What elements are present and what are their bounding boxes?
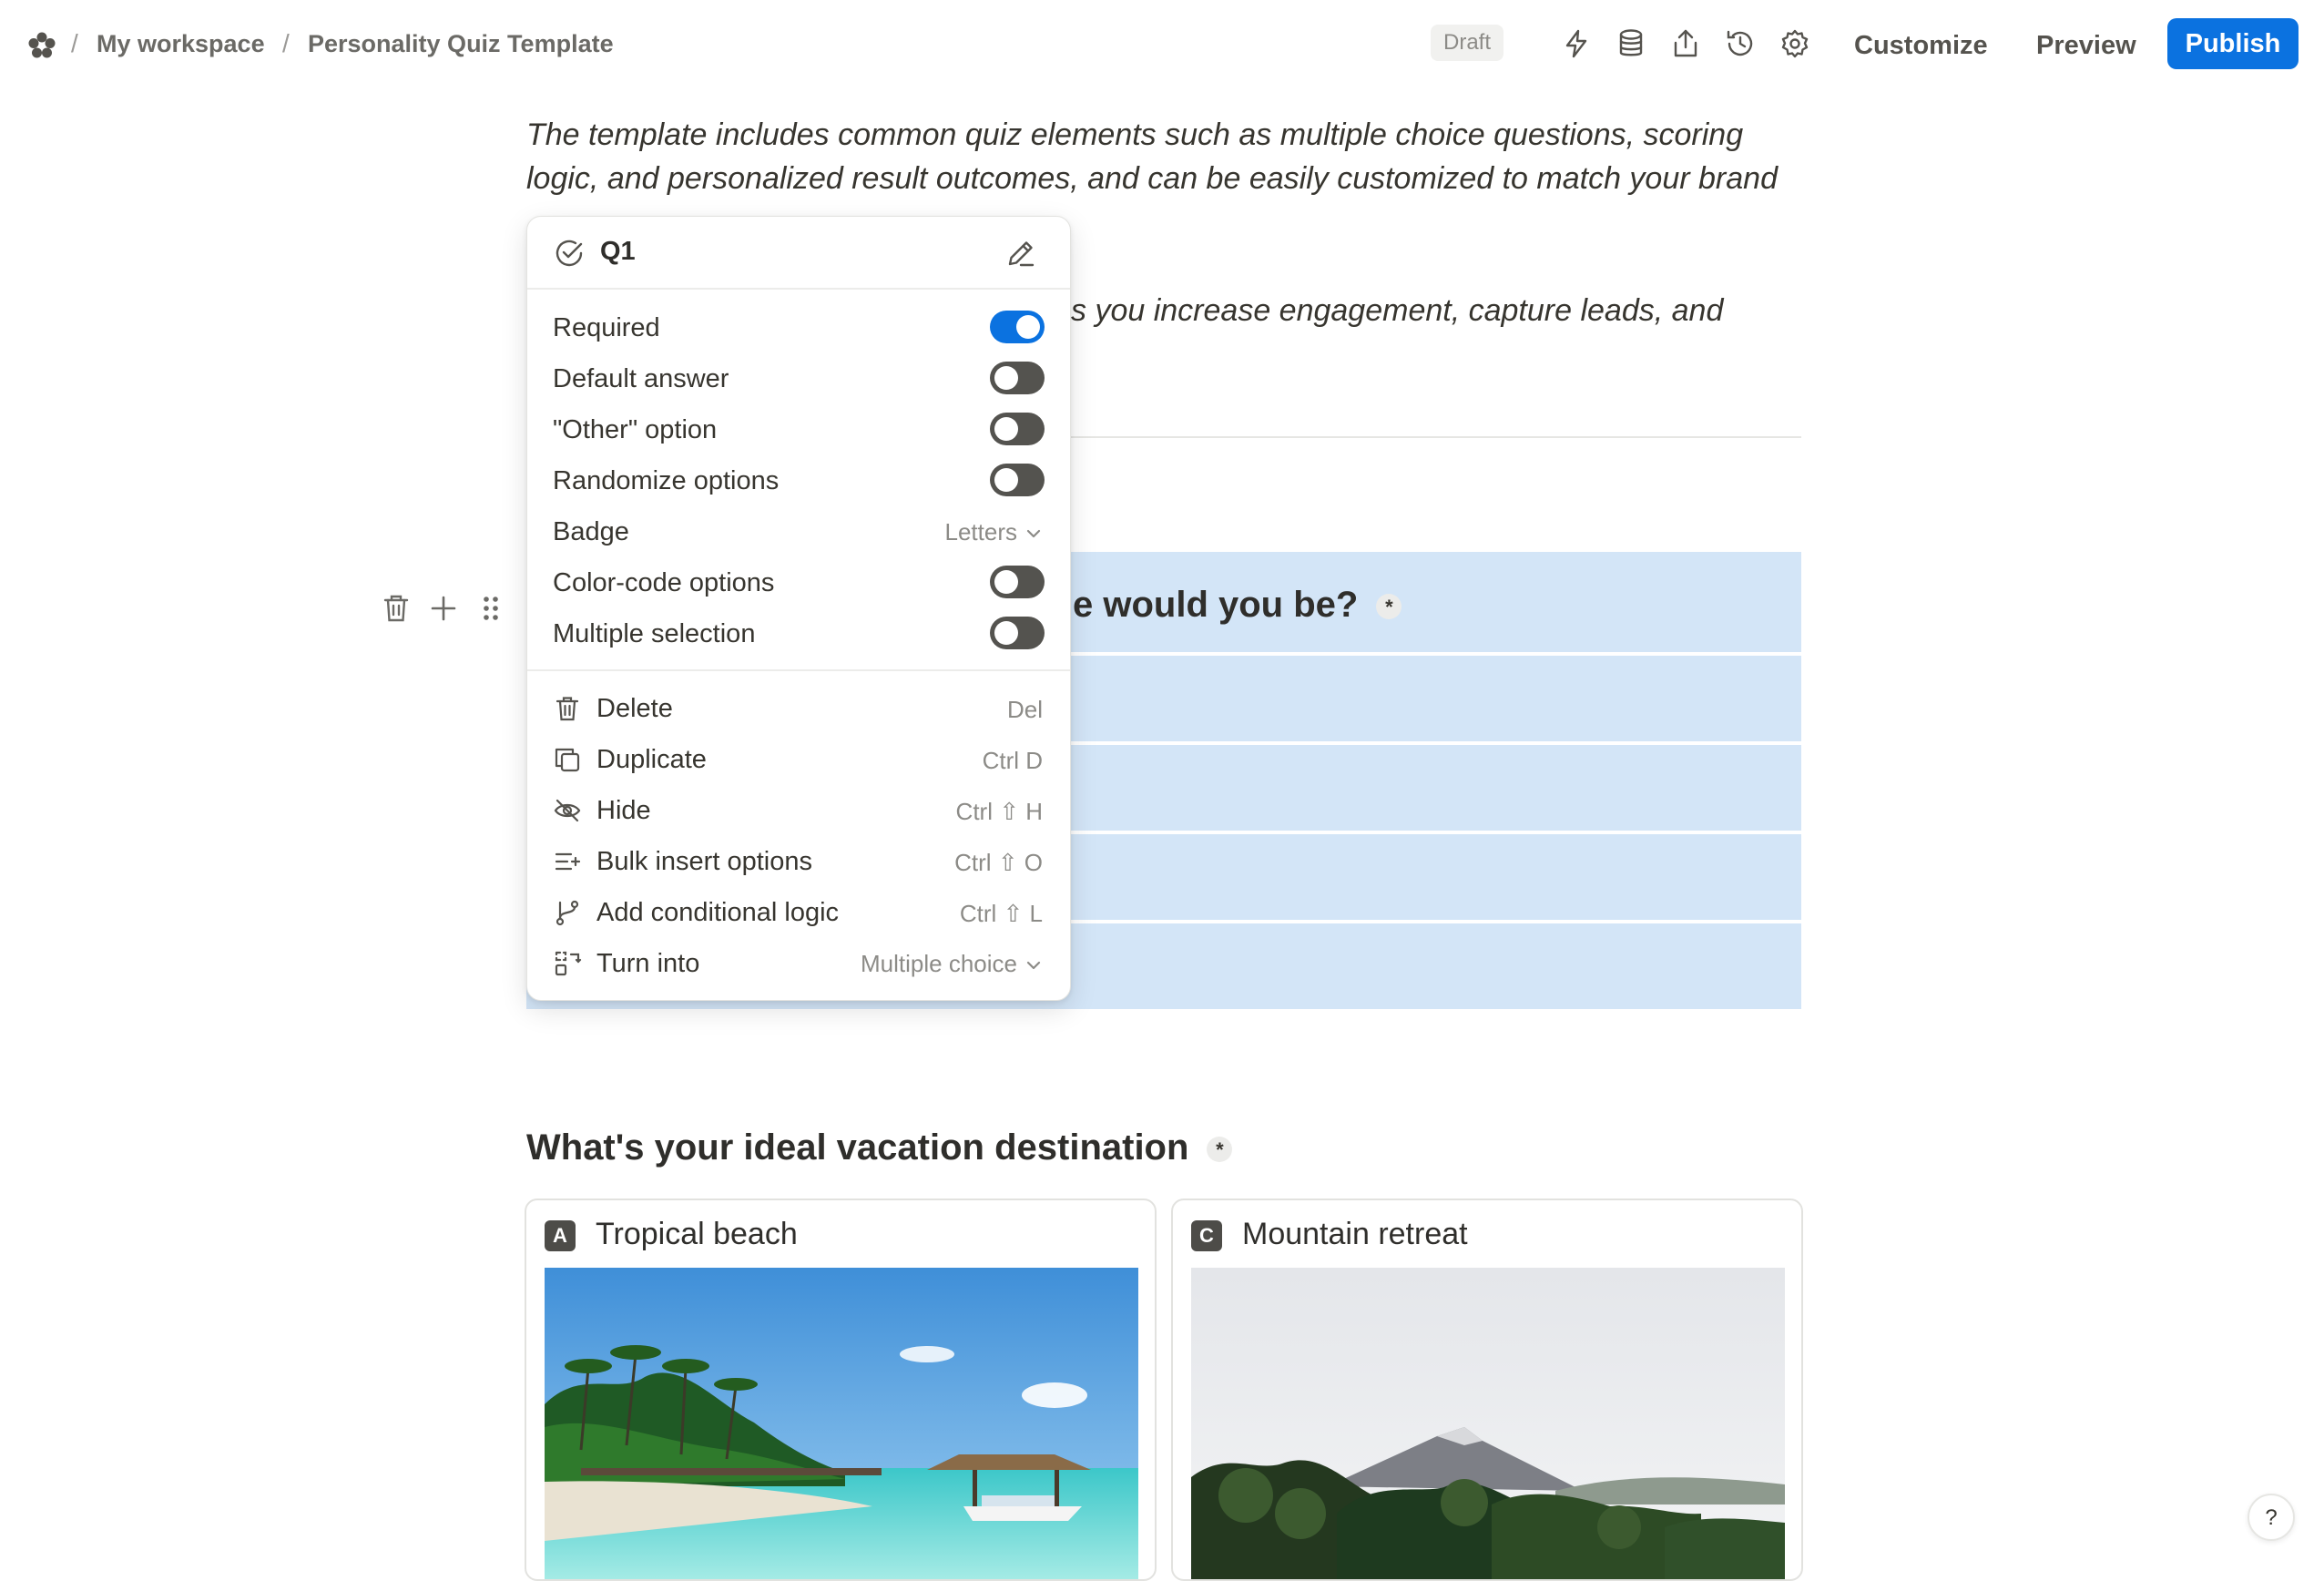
menu-divider <box>527 669 1070 671</box>
setting-label: Color-code options <box>553 568 775 597</box>
badge-select-value: Letters <box>944 518 1018 546</box>
drag-handle-icon[interactable] <box>474 592 507 625</box>
branch-icon <box>556 900 579 926</box>
randomize-options-toggle[interactable] <box>990 464 1045 496</box>
database-icon[interactable] <box>1615 27 1647 60</box>
setting-label: Default answer <box>553 364 729 393</box>
default-answer-toggle[interactable] <box>990 362 1045 394</box>
setting-randomize-options[interactable]: Randomize options <box>527 455 1070 506</box>
menu-item-turn-into[interactable]: Turn into Multiple choice <box>527 938 1070 989</box>
eye-off-icon <box>554 799 581 822</box>
setting-label: "Other" option <box>553 415 718 444</box>
pencil-icon[interactable] <box>1003 235 1039 271</box>
image-choice-card[interactable]: C Mountain retreat <box>1171 1198 1803 1581</box>
required-marker: * <box>1376 594 1402 620</box>
question-title[interactable]: e would you be? * <box>1073 585 1402 626</box>
breadcrumb-page-title[interactable]: Personality Quiz Template <box>308 30 614 58</box>
customize-button[interactable]: Customize <box>1854 27 1988 64</box>
shortcut-hint: Del <box>1006 696 1043 723</box>
setting-badge[interactable]: Badge Letters <box>527 506 1070 557</box>
question-title[interactable]: What's your ideal vacation destination * <box>526 1127 1233 1168</box>
turn-into-select[interactable]: Multiple choice <box>861 950 1043 978</box>
menu-item-label: Add conditional logic <box>596 898 840 927</box>
shortcut-hint: Ctrl D <box>982 747 1043 774</box>
option-label: Mountain retreat <box>1242 1217 1468 1251</box>
setting-label: Required <box>553 313 660 342</box>
setting-label: Multiple selection <box>553 619 756 648</box>
trash-icon[interactable] <box>380 592 413 625</box>
gear-icon[interactable] <box>1779 27 1811 60</box>
help-button[interactable]: ? <box>2248 1494 2295 1541</box>
duplicate-icon <box>555 748 580 772</box>
option-badge: A <box>545 1220 576 1251</box>
setting-label: Randomize options <box>553 466 780 495</box>
menu-header: Q1 <box>527 217 1070 290</box>
badge-select[interactable]: Letters <box>945 518 1044 546</box>
shortcut-hint: Ctrl ⇧ L <box>959 900 1043 927</box>
transform-icon <box>555 951 582 976</box>
breadcrumb-separator: / <box>71 29 78 57</box>
publish-button[interactable]: Publish <box>2167 18 2299 69</box>
question-title-text: e would you be? <box>1073 585 1359 625</box>
mountain-retreat-image <box>1191 1268 1785 1579</box>
setting-label: Badge <box>553 517 629 546</box>
menu-item-label: Delete <box>596 694 673 723</box>
shortcut-hint: Ctrl ⇧ H <box>955 798 1043 825</box>
menu-item-label: Duplicate <box>596 745 707 774</box>
lightning-icon[interactable] <box>1560 27 1593 60</box>
menu-item-hide[interactable]: Hide Ctrl ⇧ H <box>527 785 1070 836</box>
other-option-toggle[interactable] <box>990 413 1045 445</box>
color-code-options-toggle[interactable] <box>990 566 1045 598</box>
setting-required[interactable]: Required <box>527 302 1070 353</box>
chevron-down-icon <box>1026 530 1041 538</box>
menu-item-duplicate[interactable]: Duplicate Ctrl D <box>527 734 1070 785</box>
question-name: Q1 <box>600 237 636 266</box>
share-icon[interactable] <box>1669 27 1702 60</box>
turn-into-value: Multiple choice <box>861 950 1017 977</box>
option-label: Tropical beach <box>596 1217 798 1251</box>
status-badge: Draft <box>1431 25 1504 61</box>
intro-paragraph-line: s you increase engagement, capture leads… <box>1071 293 1724 328</box>
shortcut-hint: Ctrl ⇧ O <box>954 849 1043 876</box>
setting-color-code-options[interactable]: Color-code options <box>527 557 1070 608</box>
preview-button[interactable]: Preview <box>2036 27 2136 64</box>
image-choice-card[interactable]: A Tropical beach <box>525 1198 1157 1581</box>
required-toggle[interactable] <box>990 311 1045 343</box>
trash-icon <box>556 697 579 721</box>
chevron-down-icon <box>1026 962 1041 970</box>
menu-item-label: Turn into <box>596 949 700 978</box>
multiple-selection-toggle[interactable] <box>990 617 1045 649</box>
add-block-icon[interactable] <box>427 592 460 625</box>
workspace-logo-icon[interactable] <box>27 31 56 60</box>
menu-item-label: Hide <box>596 796 651 825</box>
menu-item-label: Bulk insert options <box>596 847 812 876</box>
menu-item-bulk-insert-options[interactable]: Bulk insert options Ctrl ⇧ O <box>527 836 1070 887</box>
breadcrumb-separator: / <box>282 29 290 57</box>
intro-paragraph-line: The template includes common quiz elemen… <box>526 117 1744 152</box>
setting-default-answer[interactable]: Default answer <box>527 353 1070 404</box>
required-marker: * <box>1207 1137 1233 1163</box>
top-bar: / My workspace / Personality Quiz Templa… <box>0 0 2324 89</box>
list-plus-icon <box>555 852 581 871</box>
question-title-text: What's your ideal vacation destination <box>526 1127 1189 1168</box>
question-settings-menu: Q1 Required Default answer "Other" optio… <box>526 216 1071 1001</box>
question-type-check-icon <box>556 240 583 267</box>
setting-multiple-selection[interactable]: Multiple selection <box>527 608 1070 659</box>
history-icon[interactable] <box>1724 27 1757 60</box>
menu-item-delete[interactable]: Delete Del <box>527 683 1070 734</box>
option-badge: C <box>1191 1220 1222 1251</box>
breadcrumb-workspace[interactable]: My workspace <box>97 30 265 58</box>
setting-other-option[interactable]: "Other" option <box>527 404 1070 455</box>
tropical-beach-image <box>545 1268 1138 1579</box>
menu-item-add-conditional-logic[interactable]: Add conditional logic Ctrl ⇧ L <box>527 887 1070 938</box>
intro-paragraph-line: logic, and personalized result outcomes,… <box>526 161 1778 196</box>
